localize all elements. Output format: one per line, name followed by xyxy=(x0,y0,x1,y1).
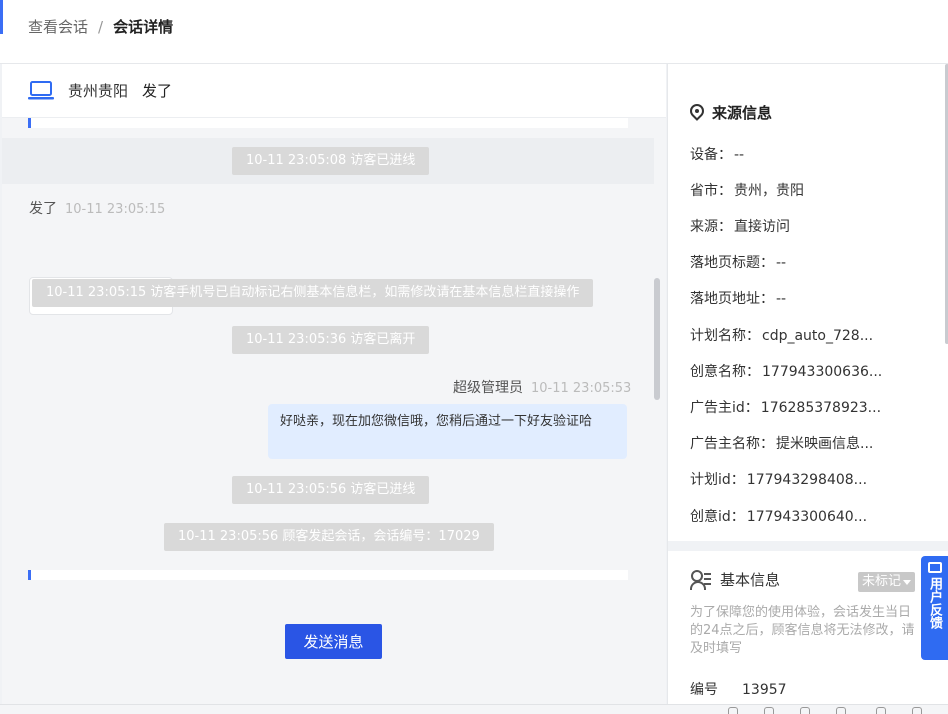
field-label: 广告主id： xyxy=(690,400,759,416)
mark-status-dropdown[interactable]: 未标记 xyxy=(858,572,916,592)
field-advertiser-id: 广告主id： 176285378923... xyxy=(690,397,881,417)
message-icon xyxy=(927,562,942,573)
volume-icon[interactable] xyxy=(836,707,846,714)
customer-id-row: 编号 13957 xyxy=(690,679,787,699)
basic-info-title: 基本信息 xyxy=(690,569,780,590)
field-value: -- xyxy=(776,255,787,271)
field-label: 落地页地址： xyxy=(690,291,774,307)
chevron-down-icon xyxy=(903,579,912,585)
breadcrumb-parent[interactable]: 查看会话 xyxy=(28,16,88,37)
trash-icon[interactable] xyxy=(800,707,810,714)
field-plan-id: 计划id： 177943298408... xyxy=(690,469,867,489)
field-landing-title: 落地页标题： -- xyxy=(690,252,786,272)
basic-info-section: 基本信息 未标记 为了保障您的使用体验，会话发生当日的24点之后，顾客信息将无法… xyxy=(668,551,948,714)
breadcrumb-current: 会话详情 xyxy=(113,18,174,36)
field-label: 落地页标题： xyxy=(690,255,774,271)
field-label: 计划名称： xyxy=(690,328,760,344)
field-creative-id: 创意id： 177943300640... xyxy=(690,506,867,526)
laptop-icon xyxy=(28,80,54,99)
field-value: 提米映画信息... xyxy=(776,436,874,452)
visitor-message-name: 发了 xyxy=(29,201,57,217)
location-pin-icon xyxy=(690,104,704,122)
field-value: 177943298408... xyxy=(746,472,868,488)
field-label: 广告主名称： xyxy=(690,436,774,452)
field-value: -- xyxy=(776,291,787,307)
mark-status-label: 未标记 xyxy=(862,574,902,589)
field-plan-name: 计划名称： cdp_auto_728... xyxy=(690,325,873,345)
field-value: 直接访问 xyxy=(734,219,790,235)
session-header: 贵州贵阳 发了 xyxy=(2,64,666,118)
system-message: 10-11 23:05:56 顾客发起会话，会话编号：17029 xyxy=(164,523,494,551)
chat-scrollbar[interactable] xyxy=(654,278,660,400)
field-value: -- xyxy=(734,147,745,163)
visitor-message-meta: 发了 10-11 23:05:15 xyxy=(29,198,165,218)
top-accent xyxy=(0,0,3,34)
field-province-city: 省市： 贵州，贵阳 xyxy=(690,180,804,200)
field-value: 177943300636... xyxy=(762,364,883,380)
field-landing-url: 落地页地址： -- xyxy=(690,288,786,308)
user-feedback-label: 用户反馈 xyxy=(927,577,942,629)
field-label: 省市： xyxy=(690,183,732,199)
section-divider xyxy=(668,541,948,551)
chat-messages[interactable]: 10-11 23:05:08 访客已进线 发了10-11 23:05:15 18… xyxy=(2,118,666,646)
agent-message-bubble: 好哒亲，现在加您微信哦，您稍后通过一下好友验证哈 xyxy=(268,404,627,459)
field-creative-name: 创意名称： 177943300636... xyxy=(690,361,882,381)
field-value: cdp_auto_728... xyxy=(762,328,874,344)
send-message-button[interactable]: 发送消息 xyxy=(285,624,382,659)
field-advertiser-name: 广告主名称： 提米映画信息... xyxy=(690,433,873,453)
send-icon[interactable] xyxy=(728,707,738,714)
source-info-title: 来源信息 xyxy=(690,102,772,123)
visitor-name: 发了 xyxy=(142,82,173,100)
basic-info-heading: 基本信息 xyxy=(720,571,781,589)
field-label: 设备： xyxy=(690,147,732,163)
top-bar: 查看会话 / 会话详情 xyxy=(0,0,948,64)
card-stub-top xyxy=(28,118,628,128)
system-message: 10-11 23:05:08 访客已进线 xyxy=(232,147,430,175)
field-value: 贵州，贵阳 xyxy=(734,183,804,199)
field-source: 来源： 直接访问 xyxy=(690,216,790,236)
heart-icon[interactable] xyxy=(764,707,774,714)
breadcrumb: 查看会话 / 会话详情 xyxy=(28,16,173,37)
field-value: 176285378923... xyxy=(760,400,882,416)
agent-message-name: 超级管理员 xyxy=(453,380,523,396)
user-info-icon xyxy=(690,569,712,590)
session-location: 贵州贵阳 xyxy=(68,82,129,100)
customer-id-value: 13957 xyxy=(742,682,787,698)
field-label: 创意名称： xyxy=(690,364,760,380)
basic-info-notice: 为了保障您的使用体验，会话发生当日的24点之后，顾客信息将无法修改，请及时填写 xyxy=(690,605,915,656)
screen-icon[interactable] xyxy=(876,707,886,714)
system-message: 10-11 23:05:56 访客已进线 xyxy=(232,476,430,504)
help-icon[interactable] xyxy=(912,707,922,714)
system-message: 10-11 23:05:36 访客已离开 xyxy=(232,326,430,354)
breadcrumb-separator: / xyxy=(98,17,104,36)
field-label: 计划id： xyxy=(690,472,745,488)
field-value: 177943300640... xyxy=(746,509,868,525)
system-message: 10-11 23:05:15 访客手机号已自动标记右侧基本信息栏，如需修改请在基… xyxy=(32,279,594,307)
visitor-message-time: 10-11 23:05:15 xyxy=(65,202,166,217)
field-device: 设备： -- xyxy=(690,144,744,164)
agent-message-meta: 超级管理员 10-11 23:05:53 xyxy=(453,377,631,397)
info-panel: 来源信息 设备： -- 省市： 贵州，贵阳 来源： 直接访问 落地页标题： -- 落地页… xyxy=(667,64,948,714)
source-info-section: 来源信息 设备： -- 省市： 贵州，贵阳 来源： 直接访问 落地页标题： -- 落地页… xyxy=(668,64,948,541)
field-label: 创意id： xyxy=(690,509,745,525)
field-label: 来源： xyxy=(690,219,732,235)
card-stub-bottom xyxy=(28,570,628,580)
bottom-toolbar xyxy=(0,704,948,714)
source-info-heading: 来源信息 xyxy=(712,104,773,122)
agent-message-time: 10-11 23:05:53 xyxy=(531,381,632,396)
chat-panel: 贵州贵阳 发了 10-11 23:05:08 访客已进线 发了 10-11 23:… xyxy=(2,64,666,704)
user-feedback-button[interactable]: 用户反馈 xyxy=(921,556,948,660)
customer-id-label: 编号 xyxy=(690,682,718,698)
